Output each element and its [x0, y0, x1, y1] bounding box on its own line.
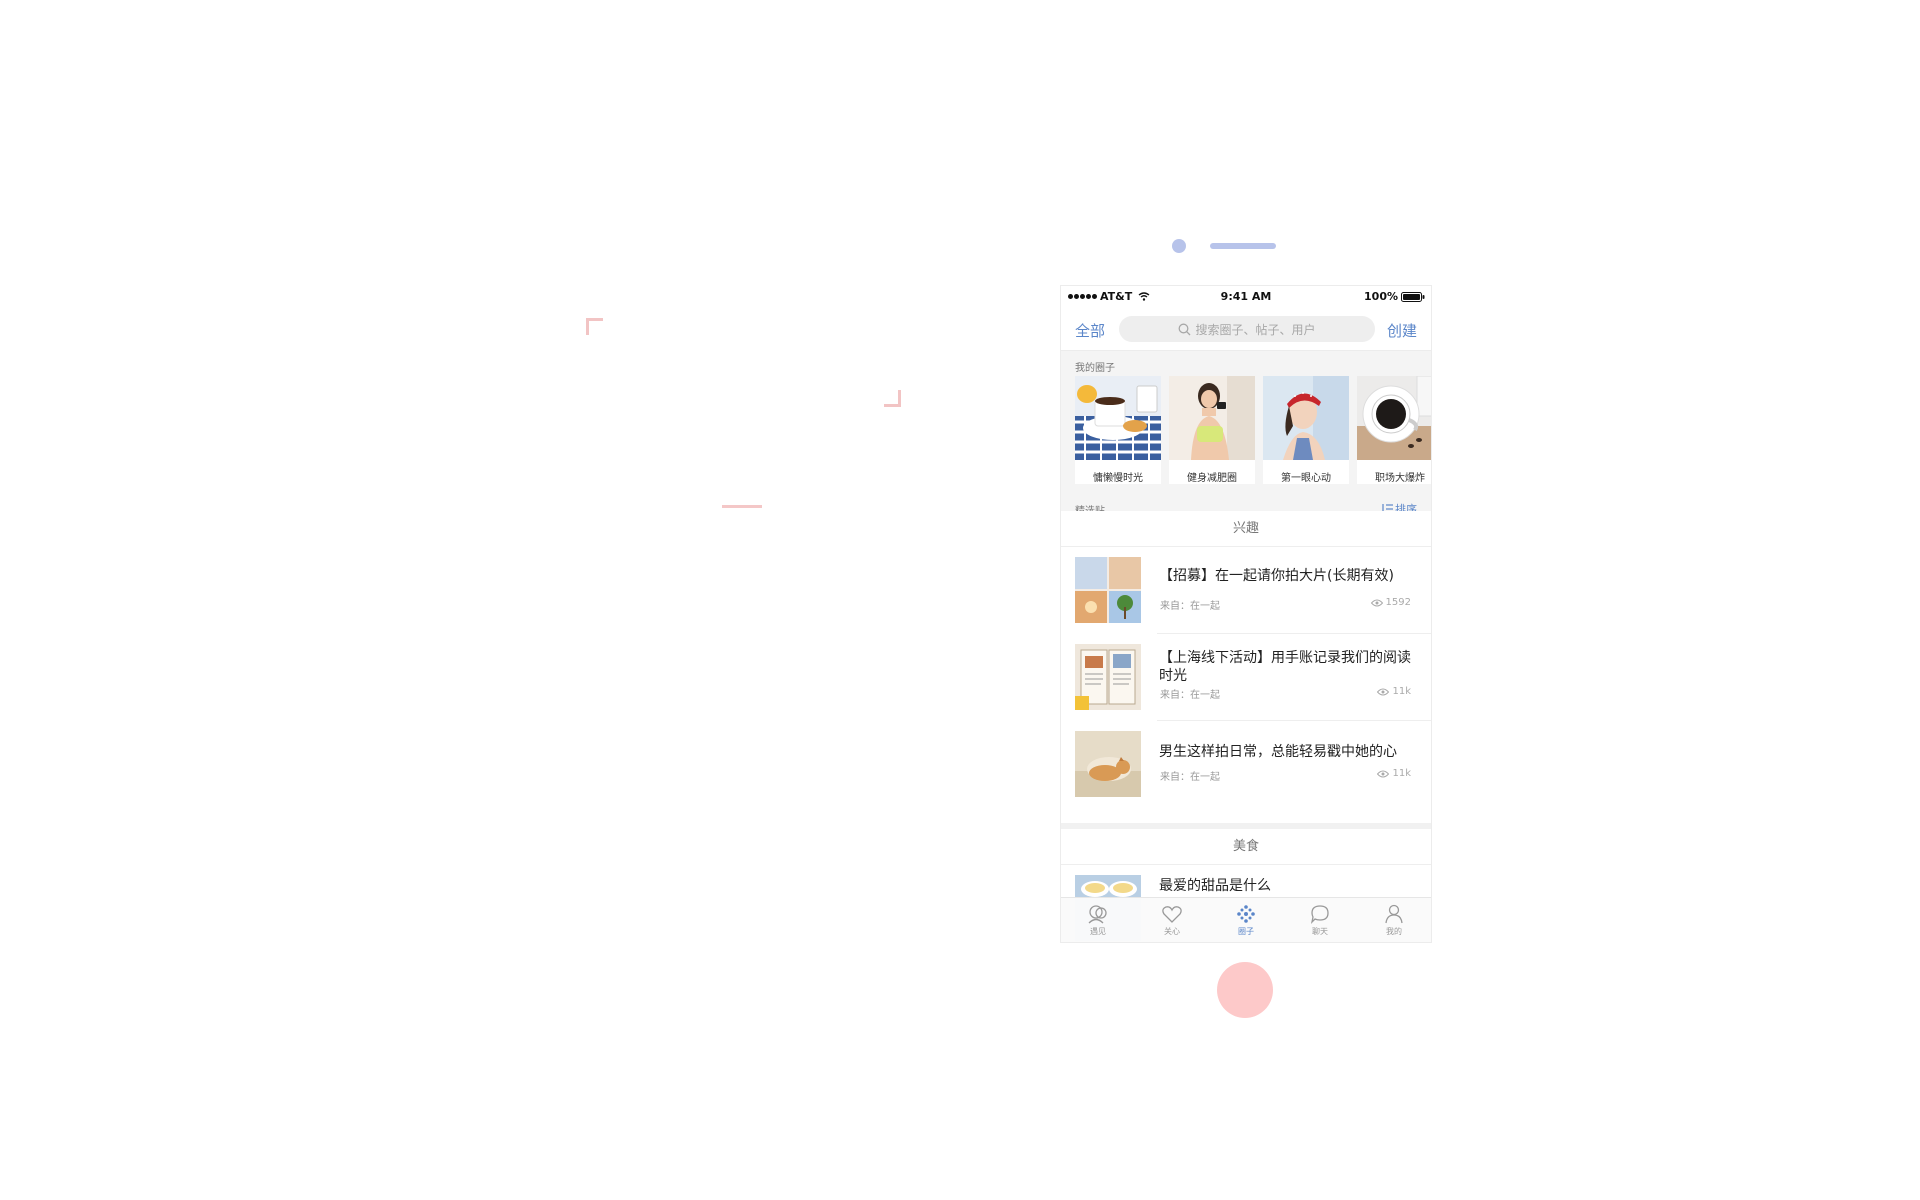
eye-icon: [1370, 599, 1383, 606]
battery-icon: [1401, 291, 1425, 302]
circle-card[interactable]: 职场大爆炸: [1357, 375, 1431, 484]
battery-status: 100%: [1364, 290, 1425, 303]
circle-card[interactable]: 慵懒慢时光: [1075, 376, 1161, 484]
top-navigation-bar: 全部 搜索圈子、帖子、用户 创建: [1061, 308, 1431, 351]
post-thumbnail: [1075, 644, 1141, 710]
tab-circles[interactable]: 圈子: [1209, 898, 1283, 942]
create-circle-button[interactable]: 创建: [1387, 320, 1417, 341]
tab-label: 我的: [1386, 927, 1402, 936]
my-circles-list: 慵懒慢时光 健身减肥圈 第一眼心动 职场大爆炸: [1075, 375, 1431, 484]
my-circles-section: 我的圈子 慵懒慢时光 健身减肥圈 第一眼心动 职场大爆炸 排序: [1061, 351, 1431, 517]
circle-dots-icon: [1237, 905, 1255, 923]
post-item[interactable]: 【上海线下活动】用手账记录我们的阅读时光 来自：在一起 11k: [1061, 634, 1431, 721]
post-views: 1592: [1370, 597, 1411, 608]
tab-label: 遇见: [1090, 927, 1106, 936]
circle-name: 第一眼心动: [1281, 473, 1331, 484]
post-source: 来自：在一起: [1160, 601, 1220, 612]
post-title: 最爱的甜品是什么: [1159, 878, 1271, 894]
corner-bracket-top-left: [586, 318, 603, 335]
circle-name: 慵懒慢时光: [1093, 473, 1143, 484]
post-title: 【招募】在一起请你拍大片(长期有效): [1159, 568, 1394, 584]
post-title: 【上海线下活动】用手账记录我们的阅读时光: [1159, 650, 1411, 684]
heart-icon: [1162, 906, 1182, 923]
person-icon: [1385, 904, 1403, 924]
search-placeholder: 搜索圈子、帖子、用户: [1195, 322, 1316, 337]
phone-screen: AT&T 9:41 AM 100% 全部 搜索圈子、帖子、用户 创建 我的圈子 …: [1060, 285, 1432, 943]
post-view-count: 11k: [1392, 686, 1411, 697]
circle-card[interactable]: 健身减肥圈: [1169, 376, 1255, 484]
tab-label: 圈子: [1238, 927, 1254, 936]
category-header-interest[interactable]: 兴趣: [1061, 511, 1431, 547]
circle-cover-image: [1263, 376, 1349, 460]
meet-icon: [1088, 905, 1107, 924]
home-button[interactable]: [1217, 962, 1273, 1018]
search-icon: [1179, 323, 1191, 335]
bottom-tab-bar: 遇见 关心 圈子 聊天 我的: [1061, 897, 1431, 942]
page-indicator-active[interactable]: [1210, 243, 1276, 249]
post-item[interactable]: 男生这样拍日常，总能轻易戳中她的心 来自：在一起 11k: [1061, 721, 1431, 808]
all-circles-link[interactable]: 全部: [1075, 320, 1105, 341]
circle-name: 职场大爆炸: [1375, 473, 1425, 484]
tab-chat[interactable]: 聊天: [1283, 898, 1357, 942]
post-views: 11k: [1377, 768, 1411, 779]
post-view-count: 1592: [1385, 597, 1411, 608]
post-views: 11k: [1377, 686, 1411, 697]
circle-card[interactable]: 第一眼心动: [1263, 376, 1349, 484]
post-source: 来自：在一起: [1160, 772, 1220, 783]
tab-me[interactable]: 我的: [1357, 898, 1431, 942]
post-view-count: 11k: [1392, 768, 1411, 779]
corner-bracket-bottom-right: [884, 390, 901, 407]
post-source: 来自：在一起: [1160, 690, 1220, 701]
status-bar: AT&T 9:41 AM 100%: [1061, 286, 1431, 308]
tab-care[interactable]: 关心: [1135, 898, 1209, 942]
eye-icon: [1377, 770, 1390, 777]
circle-name: 健身减肥圈: [1187, 473, 1237, 484]
post-item[interactable]: 【招募】在一起请你拍大片(长期有效) 来自：在一起 1592: [1061, 547, 1431, 634]
my-circles-label: 我的圈子: [1075, 363, 1115, 374]
eye-icon: [1377, 688, 1390, 695]
tab-label: 关心: [1164, 927, 1180, 936]
circle-cover-image: [1075, 376, 1161, 460]
circle-cover-image: [1169, 376, 1255, 460]
circle-cover-image: [1357, 375, 1431, 460]
intro-divider: [722, 505, 762, 508]
search-input[interactable]: 搜索圈子、帖子、用户: [1119, 316, 1375, 342]
page-indicator-dot[interactable]: [1172, 239, 1186, 253]
chat-bubble-icon: [1310, 905, 1329, 924]
post-title: 男生这样拍日常，总能轻易戳中她的心: [1159, 744, 1397, 760]
battery-percent: 100%: [1364, 290, 1398, 303]
category-header-food[interactable]: 美食: [1061, 829, 1431, 865]
post-thumbnail: [1075, 731, 1141, 797]
tab-label: 聊天: [1312, 927, 1328, 936]
tab-meet[interactable]: 遇见: [1061, 898, 1135, 942]
post-thumbnail: [1075, 557, 1141, 623]
